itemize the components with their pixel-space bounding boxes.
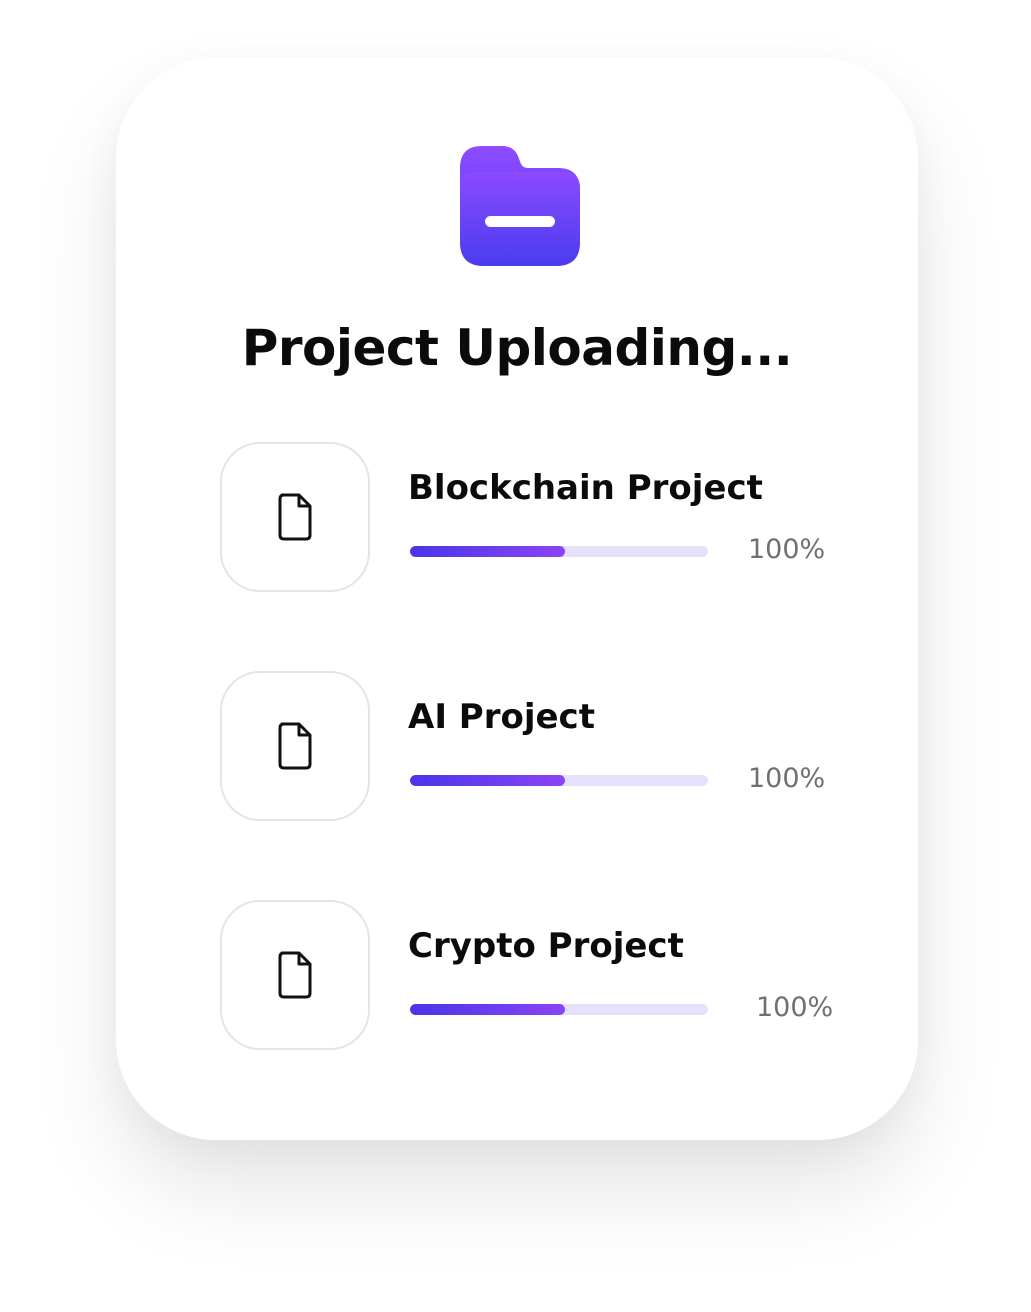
project-name: Crypto Project [408, 926, 684, 966]
upload-card: Project Uploading... Blockchain Project … [116, 58, 918, 1140]
list-item: Crypto Project 100% [220, 900, 860, 1050]
progress-fill [410, 1004, 565, 1015]
progress-bar [410, 775, 708, 786]
list-item: Blockchain Project 100% [220, 442, 860, 592]
progress-percent: 100% [748, 534, 826, 565]
progress-fill [410, 775, 565, 786]
file-icon-box [220, 442, 370, 592]
progress-percent: 100% [756, 992, 834, 1023]
progress-bar [410, 1004, 708, 1015]
progress-fill [410, 546, 565, 557]
file-icon [278, 951, 312, 999]
folder-icon [460, 146, 580, 266]
project-name: Blockchain Project [408, 468, 763, 508]
progress-bar [410, 546, 708, 557]
list-item: AI Project 100% [220, 671, 860, 821]
file-icon-box [220, 900, 370, 1050]
page-title: Project Uploading... [241, 319, 793, 377]
project-name: AI Project [408, 697, 595, 737]
file-icon-box [220, 671, 370, 821]
file-icon [278, 493, 312, 541]
progress-percent: 100% [748, 763, 826, 794]
file-icon [278, 722, 312, 770]
